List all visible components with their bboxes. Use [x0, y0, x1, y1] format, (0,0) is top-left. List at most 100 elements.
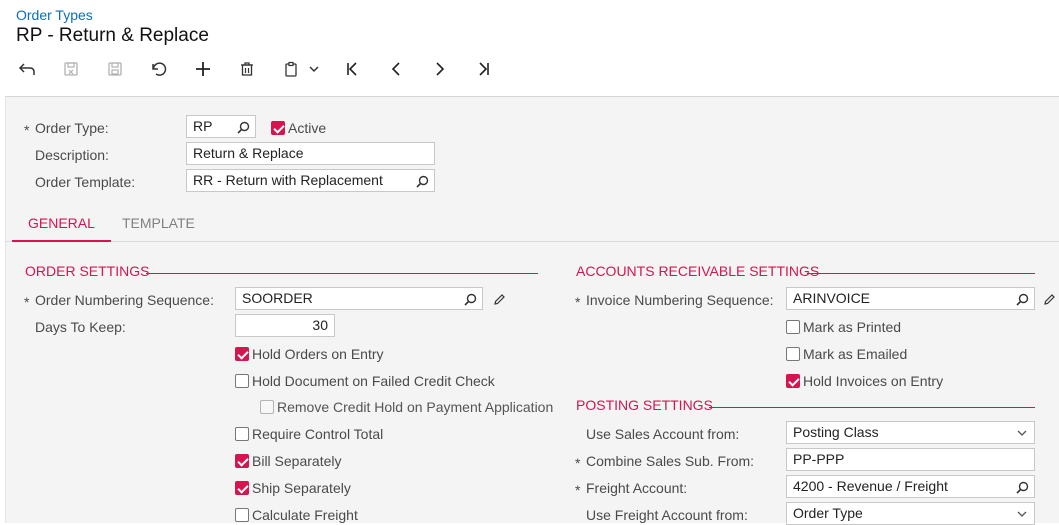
hold-document-failed-credit-label: Hold Document on Failed Credit Check [252, 373, 495, 389]
chevron-down-icon[interactable] [1014, 425, 1030, 441]
use-sales-account-label: Use Sales Account from: [586, 426, 740, 442]
save-close-button[interactable] [58, 56, 84, 82]
first-record-icon [344, 61, 360, 77]
search-icon[interactable] [462, 291, 478, 307]
tabs-divider [6, 241, 1059, 242]
calculate-freight-label: Calculate Freight [252, 507, 358, 523]
next-record-button[interactable] [427, 56, 453, 82]
next-record-icon [432, 61, 448, 77]
order-numbering-sequence-label: Order Numbering Sequence: [35, 292, 214, 308]
section-divider [709, 407, 1035, 408]
order-settings-title: ORDER SETTINGS [25, 263, 150, 279]
mark-as-emailed-label: Mark as Emailed [803, 346, 908, 362]
add-icon [195, 61, 211, 77]
posting-settings-title: POSTING SETTINGS [576, 397, 713, 413]
search-icon[interactable] [1014, 291, 1030, 307]
tab-general[interactable]: GENERAL [28, 215, 95, 231]
mark-as-printed-label: Mark as Printed [803, 319, 902, 335]
calculate-freight-checkbox[interactable] [235, 508, 249, 522]
active-label: Active [288, 120, 327, 136]
order-template-field[interactable]: RR - Return with Replacement [186, 169, 435, 192]
ar-settings-title: ACCOUNTS RECEIVABLE SETTINGS [576, 263, 820, 279]
last-record-button[interactable] [471, 56, 497, 82]
required-marker: * [24, 122, 30, 138]
required-marker: * [24, 294, 30, 310]
days-to-keep-field[interactable]: 30 [235, 314, 335, 337]
save-icon [107, 61, 123, 77]
search-icon[interactable] [1014, 479, 1030, 495]
require-control-total-checkbox[interactable] [235, 427, 249, 441]
edit-pencil-icon[interactable] [1041, 291, 1057, 307]
mark-as-emailed-checkbox[interactable] [786, 347, 800, 361]
description-label: Description: [35, 147, 109, 163]
use-freight-account-label: Use Freight Account from: [586, 507, 748, 523]
freight-account-value: 4200 - Revenue / Freight [793, 478, 948, 494]
required-marker: * [575, 482, 581, 498]
search-icon[interactable] [414, 173, 430, 189]
chevron-down-icon [309, 65, 319, 73]
breadcrumb[interactable]: Order Types [16, 7, 93, 23]
hold-invoices-on-entry-checkbox[interactable] [786, 374, 800, 388]
description-field[interactable]: Return & Replace [186, 142, 435, 165]
edit-pencil-icon[interactable] [491, 291, 507, 307]
hold-orders-on-entry-checkbox[interactable] [235, 347, 249, 361]
bill-separately-label: Bill Separately [252, 453, 342, 469]
days-to-keep-value: 30 [312, 317, 328, 333]
order-numbering-sequence-field[interactable]: SOORDER [235, 287, 483, 310]
tab-template[interactable]: TEMPLATE [122, 215, 195, 231]
combine-sales-sub-field[interactable]: PP-PPP [786, 448, 1035, 471]
back-button[interactable] [14, 56, 40, 82]
invoice-numbering-sequence-label: Invoice Numbering Sequence: [586, 292, 774, 308]
first-record-button[interactable] [339, 56, 365, 82]
bill-separately-checkbox[interactable] [235, 454, 249, 468]
required-marker: * [575, 294, 581, 310]
clipboard-dropdown-button[interactable] [301, 56, 327, 82]
order-type-field[interactable]: RP [186, 115, 256, 138]
remove-credit-hold-checkbox[interactable] [260, 400, 274, 414]
use-freight-account-value: Order Type [793, 505, 863, 521]
previous-record-icon [388, 61, 404, 77]
save-button[interactable] [102, 56, 128, 82]
require-control-total-label: Require Control Total [252, 426, 384, 442]
order-numbering-sequence-value: SOORDER [242, 290, 313, 306]
hold-document-failed-credit-checkbox[interactable] [235, 374, 249, 388]
undo-icon [150, 61, 168, 77]
order-template-value: RR - Return with Replacement [193, 172, 383, 188]
hold-orders-on-entry-label: Hold Orders on Entry [252, 346, 384, 362]
remove-credit-hold-label: Remove Credit Hold on Payment Applicatio… [277, 399, 554, 415]
chevron-down-icon[interactable] [1014, 506, 1030, 522]
toolbar [0, 56, 520, 82]
page-title: RP - Return & Replace [16, 25, 209, 46]
section-divider [807, 273, 1035, 274]
use-sales-account-select[interactable]: Posting Class [786, 421, 1035, 444]
copy-paste-icon [283, 61, 299, 77]
freight-account-label: Freight Account: [586, 480, 688, 496]
main-panel: * Order Type: RP Active Description: Ret… [5, 96, 1059, 525]
last-record-icon [476, 61, 492, 77]
search-icon[interactable] [235, 119, 251, 135]
use-sales-account-value: Posting Class [793, 424, 879, 440]
order-template-label: Order Template: [35, 174, 136, 190]
use-freight-account-select[interactable]: Order Type [786, 502, 1035, 525]
delete-icon [239, 61, 255, 77]
invoice-numbering-sequence-value: ARINVOICE [793, 290, 871, 306]
description-value: Return & Replace [193, 145, 304, 161]
required-marker: * [575, 455, 581, 471]
order-type-value: RP [193, 118, 213, 134]
order-type-label: Order Type: [35, 120, 109, 136]
hold-invoices-on-entry-label: Hold Invoices on Entry [803, 373, 944, 389]
ship-separately-label: Ship Separately [252, 480, 351, 496]
previous-record-button[interactable] [383, 56, 409, 82]
combine-sales-sub-value: PP-PPP [793, 451, 845, 467]
delete-button[interactable] [234, 56, 260, 82]
undo-button[interactable] [146, 56, 172, 82]
add-button[interactable] [190, 56, 216, 82]
combine-sales-sub-label: Combine Sales Sub. From: [586, 453, 755, 469]
mark-as-printed-checkbox[interactable] [786, 320, 800, 334]
invoice-numbering-sequence-field[interactable]: ARINVOICE [786, 287, 1035, 310]
back-arrow-icon [18, 62, 36, 76]
tab-active-indicator [12, 240, 111, 242]
active-checkbox[interactable] [271, 121, 285, 135]
ship-separately-checkbox[interactable] [235, 481, 249, 495]
freight-account-field[interactable]: 4200 - Revenue / Freight [786, 475, 1035, 498]
